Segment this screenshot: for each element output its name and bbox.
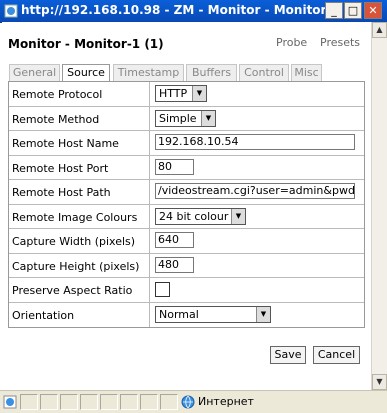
capture-height-field[interactable]: 480: [155, 256, 194, 273]
save-button[interactable]: Save: [270, 346, 306, 364]
tab-control[interactable]: Control: [239, 64, 289, 81]
remote-method-row: Remote Method Simple ▼: [9, 106, 364, 131]
status-pane: [60, 394, 78, 410]
globe-icon: [181, 395, 195, 409]
scroll-down-icon[interactable]: ▼: [372, 374, 387, 390]
capture-width-row: Capture Width (pixels) 640: [9, 229, 364, 254]
remote-host-port-label: Remote Host Port: [12, 161, 109, 175]
vertical-scrollbar[interactable]: ▲ ▼: [371, 22, 387, 390]
remote-image-colours-select[interactable]: 24 bit colour ▼: [155, 207, 246, 225]
page-status-icon: [3, 395, 17, 409]
presets-link[interactable]: Presets: [320, 36, 360, 49]
remote-method-label: Remote Method: [12, 112, 100, 126]
orientation-label: Orientation: [12, 308, 75, 322]
status-pane: [100, 394, 118, 410]
chevron-down-icon: ▼: [256, 306, 270, 322]
window-title: http://192.168.10.98 - ZM - Monitor - Mo…: [21, 3, 326, 17]
remote-protocol-select[interactable]: HTTP ▼: [155, 85, 207, 102]
close-button[interactable]: ✕: [364, 2, 382, 19]
remote-host-path-row: Remote Host Path /videostream.cgi?user=a…: [9, 180, 364, 205]
source-settings-table: Remote Protocol HTTP ▼ Remote Method Sim…: [8, 81, 365, 328]
remote-host-name-row: Remote Host Name 192.168.10.54: [9, 131, 364, 156]
tab-general[interactable]: General: [9, 64, 60, 81]
remote-host-name-label: Remote Host Name: [12, 137, 119, 150]
status-pane: [160, 394, 178, 410]
tab-misc[interactable]: Misc: [291, 64, 322, 81]
page-title: Monitor - Monitor-1 (1): [8, 37, 164, 51]
remote-image-colours-label: Remote Image Colours: [12, 210, 138, 224]
remote-host-path-field[interactable]: /videostream.cgi?user=admin&pwd=: [155, 183, 355, 199]
remote-protocol-row: Remote Protocol HTTP ▼: [9, 82, 364, 107]
scroll-up-icon[interactable]: ▲: [372, 22, 387, 38]
status-pane: [20, 394, 38, 410]
remote-host-port-row: Remote Host Port 80: [9, 155, 364, 180]
window-titlebar: http://192.168.10.98 - ZM - Monitor - Mo…: [0, 0, 387, 23]
preserve-aspect-ratio-row: Preserve Aspect Ratio: [9, 278, 364, 303]
resize-grip-icon[interactable]: [369, 394, 385, 410]
status-pane: [40, 394, 58, 410]
status-pane: [80, 394, 98, 410]
remote-protocol-label: Remote Protocol: [12, 88, 103, 101]
remote-host-port-field[interactable]: 80: [155, 158, 194, 175]
remote-method-select[interactable]: Simple ▼: [155, 109, 216, 127]
internet-zone-label: Интернет: [198, 395, 254, 408]
remote-host-name-field[interactable]: 192.168.10.54: [155, 134, 355, 150]
status-pane: [140, 394, 158, 410]
chevron-down-icon: ▼: [201, 110, 215, 126]
status-pane: [120, 394, 138, 410]
capture-height-label: Capture Height (pixels): [12, 259, 140, 273]
minimize-button[interactable]: _: [325, 2, 343, 19]
remote-host-path-label: Remote Host Path: [12, 186, 111, 199]
tab-buffers[interactable]: Buffers: [186, 64, 237, 81]
cancel-button[interactable]: Cancel: [313, 346, 360, 364]
tab-source[interactable]: Source: [62, 64, 110, 82]
page-content: Monitor - Monitor-1 (1) Probe Presets Ge…: [2, 22, 371, 390]
capture-height-row: Capture Height (pixels) 480: [9, 253, 364, 278]
status-bar: Интернет: [0, 390, 387, 413]
remote-image-colours-row: Remote Image Colours 24 bit colour ▼: [9, 204, 364, 229]
capture-width-label: Capture Width (pixels): [12, 235, 136, 248]
tab-timestamp[interactable]: Timestamp: [113, 64, 184, 81]
maximize-button[interactable]: □: [344, 2, 362, 19]
chevron-down-icon: ▼: [192, 86, 206, 101]
capture-width-field[interactable]: 640: [155, 232, 194, 248]
preserve-aspect-ratio-label: Preserve Aspect Ratio: [12, 284, 133, 297]
orientation-row: Orientation Normal ▼: [9, 302, 364, 327]
ie-page-icon: [4, 4, 18, 18]
probe-link[interactable]: Probe: [276, 36, 307, 49]
orientation-select[interactable]: Normal ▼: [155, 305, 271, 323]
chevron-down-icon: ▼: [231, 208, 245, 224]
preserve-aspect-ratio-checkbox[interactable]: [155, 282, 170, 297]
